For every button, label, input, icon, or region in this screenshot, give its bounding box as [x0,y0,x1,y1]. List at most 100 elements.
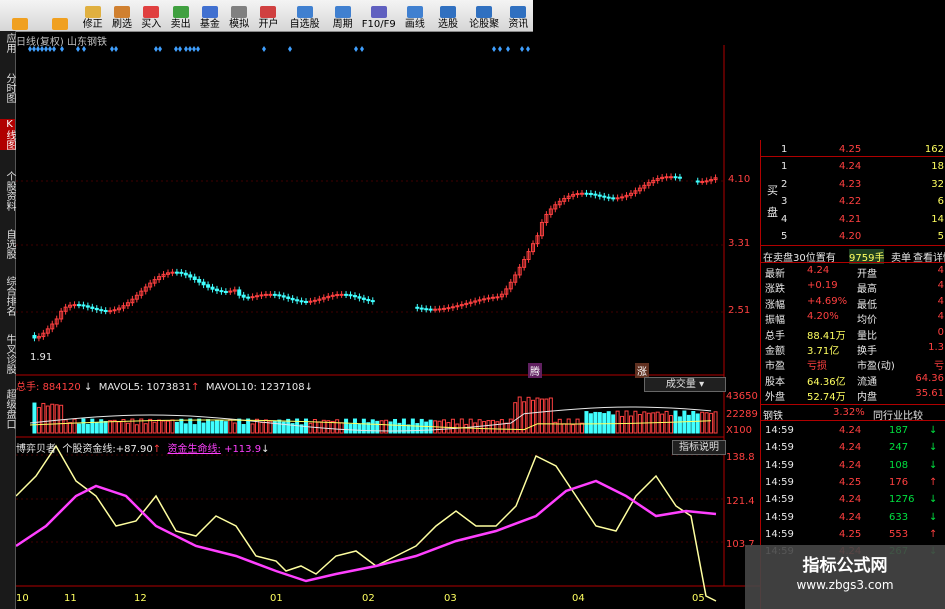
left-tab-4[interactable]: 自选股 [0,229,15,259]
tick-time: 14:59 [765,476,794,488]
event-tag-1[interactable]: 腾 [528,363,542,378]
volume-bar [134,424,139,434]
candlestick [597,194,602,197]
back-arrow-icon [12,18,29,30]
volume-bar [192,424,197,434]
left-tab-7[interactable]: 超级盘口 [0,389,15,429]
volume-bar [272,420,277,434]
tick-volume: 1276 [889,494,915,506]
tick-row[interactable]: 14:59 4.25 176 [761,476,945,491]
indicator-axis-top: 138.8 [726,452,755,463]
stat-row[interactable]: 总手 88.41万 量比 0 [761,326,945,342]
stat-value: 1.3 [928,342,944,353]
left-tab-6[interactable]: 牛叉诊股 [0,334,15,374]
stat-key: 量比 [857,330,877,342]
stat-row[interactable]: 外盘 52.74万 内盘 35.61 [761,387,945,404]
toolbar-button-14[interactable]: 论股聚 [465,1,504,31]
candlestick [593,193,598,196]
down-arrow-icon: ↓ [261,444,270,455]
volume-bar [59,404,64,434]
toolbar-button-label: 模拟 [229,19,250,30]
toolbar-empty-area [533,0,945,31]
indicator-name: 博弈贝者 [16,444,56,455]
watermark-url: www.zbgs3.com [796,578,894,592]
toolbar-button-12[interactable]: 画线 [398,1,431,31]
down-arrow-icon: ↓ [929,442,938,454]
chart-canvas[interactable] [16,31,760,609]
order-volume: 6 [937,196,944,207]
order-book-row[interactable]: 4 4.21 14 [761,213,945,228]
tick-price: 4.24 [839,442,862,454]
volume-bar [513,402,518,434]
toolbar-button-label: 开户 [258,19,279,30]
tick-price: 4.24 [839,459,862,471]
toolbar-button-2[interactable]: 修正 [78,1,107,31]
stat-row[interactable]: 最新 4.24 开盘 4 [761,264,945,280]
left-tab-2[interactable]: K线图 [0,119,15,150]
candlestick [486,297,491,300]
candlestick [437,308,442,311]
stat-key: 内盘 [857,392,877,404]
stat-row[interactable]: 振幅 4.20% 均价 4 [761,310,945,326]
stat-row[interactable]: 金额 3.71亿 换手 1.3 [761,341,945,357]
volume-bar [450,418,455,434]
chart-area[interactable]: 日线(复权) 山东钢铁 4.10 3.31 2.51 1.91 腾 涨 总手: … [16,31,760,609]
left-tab-5[interactable]: 综合排名 [0,276,15,316]
left-tab-0[interactable]: 应用 [0,33,15,53]
event-tag-2[interactable]: 涨 [635,363,649,378]
volume-bar [593,411,598,434]
low-price-marker: 1.91 [30,352,53,363]
volume-bar [214,419,219,434]
stat-row[interactable]: 股本 64.36亿 流通 64.36 [761,372,945,388]
volume-bar [539,398,544,434]
tick-row[interactable]: 14:59 4.24 633 [761,511,945,526]
order-book-row[interactable]: 2 4.23 32 [761,178,945,193]
volume-bar [63,419,68,434]
toolbar-button-3[interactable]: 刷选 [107,1,136,31]
toolbar-button-8[interactable]: 开户 [254,1,283,31]
toolbar-button-5[interactable]: 卖出 [166,1,195,31]
stat-row[interactable]: 市盈 亏损 市盈(动) 亏 [761,356,945,372]
toolbar-button-13[interactable]: 选股 [431,1,464,31]
candlestick [32,334,37,339]
stat-row[interactable]: 涨幅 +4.69% 最低 4 [761,295,945,311]
toolbar-button-6[interactable]: 基金 [195,1,224,31]
volume-indicator-dropdown[interactable]: 成交量 ▾ [644,377,726,392]
order-book-row[interactable]: 1 4.24 18 [761,160,945,175]
order-price: 4.21 [839,214,862,225]
divider [761,156,945,157]
volume-bar [633,410,638,434]
toolbar-button-15[interactable]: 资讯 [504,1,533,31]
toolbar-button-1[interactable] [41,1,78,31]
toolbar-button-7[interactable]: 模拟 [225,1,254,31]
toolbar-button-4[interactable]: 买入 [137,1,166,31]
order-price: 4.23 [839,179,862,190]
stat-row[interactable]: 涨跌 +0.19 最高 4 [761,279,945,295]
signal-diamond-icon [184,46,188,52]
tick-row[interactable]: 14:59 4.24 247 [761,441,945,456]
candlestick [268,293,273,296]
tick-row[interactable]: 14:59 4.24 108 [761,459,945,474]
candlestick [85,305,90,308]
volume-bar [68,422,73,434]
sector-row[interactable]: 钢铁 3.32% 同行业比较 [761,406,945,422]
indicator-help-button[interactable]: 指标说明 [672,440,726,455]
toolbar-button-9[interactable]: 自选股 [283,1,326,31]
tick-row[interactable]: 14:59 4.24 187 [761,424,945,439]
tick-row[interactable]: 14:59 4.24 1276 [761,493,945,508]
volume-bar [415,423,420,434]
candlestick [366,298,371,302]
toolbar-button-0[interactable] [0,1,41,31]
order-book-row[interactable]: 5 4.20 5 [761,230,945,245]
candlestick [263,293,268,296]
toolbar-button-10[interactable]: 周期 [326,1,359,31]
order-book-row[interactable]: 3 4.22 6 [761,195,945,210]
volume-bar [459,418,464,434]
candlestick [615,197,620,200]
tick-row[interactable]: 14:59 4.25 553 [761,528,945,543]
volume-bar [94,422,99,434]
stat-value: 4.20% [807,311,839,323]
toolbar-button-11[interactable]: F10/F9 [359,1,398,31]
left-tab-3[interactable]: 个股资料 [0,171,15,211]
left-tab-1[interactable]: 分时图 [0,73,15,103]
